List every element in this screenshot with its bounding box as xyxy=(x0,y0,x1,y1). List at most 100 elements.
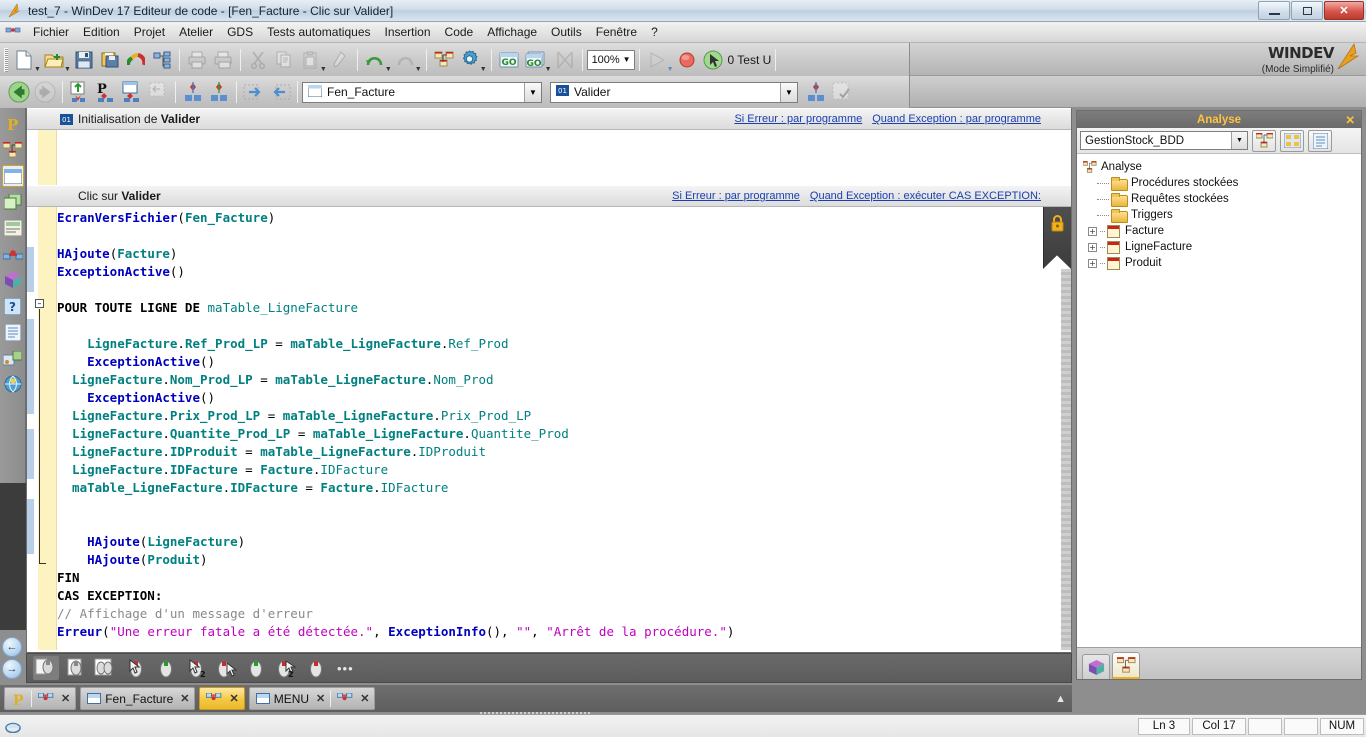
menu-item-projet[interactable]: Projet xyxy=(127,23,172,41)
code-line[interactable]: LigneFacture.Nom_Prod_LP = maTable_Ligne… xyxy=(57,371,1071,389)
analysis-combo[interactable]: GestionStock_BDD ▼ xyxy=(1080,131,1248,150)
code-line[interactable]: ExceptionActive() xyxy=(57,263,1071,281)
code-process-icon[interactable]: P xyxy=(94,80,118,104)
code-tab-all[interactable] xyxy=(33,656,59,680)
event-header-clic[interactable]: Clic sur Valider Si Erreur : par program… xyxy=(27,185,1071,207)
code-line[interactable]: LigneFacture.IDProduit = maTable_LigneFa… xyxy=(57,443,1071,461)
save-button[interactable] xyxy=(72,48,96,72)
play-triangle-icon[interactable] xyxy=(645,48,669,72)
expander-icon[interactable]: + xyxy=(1088,258,1097,268)
tab-fen-facture-code[interactable] xyxy=(202,689,226,708)
code-indent-icon[interactable] xyxy=(146,80,170,104)
analysis-list-button[interactable] xyxy=(1308,129,1332,152)
element-combo[interactable]: Fen_Facture ▼ xyxy=(302,81,542,103)
code-line[interactable]: ExceptionActive() xyxy=(57,353,1071,371)
element-combo-chevron-down-icon[interactable]: ▼ xyxy=(524,82,541,102)
link-si-erreur[interactable]: Si Erreur : par programme xyxy=(734,113,862,125)
code-goto-icon[interactable] xyxy=(804,80,828,104)
code-tab-init[interactable] xyxy=(153,656,179,680)
sidebar-item-pages[interactable] xyxy=(2,191,24,213)
chevron-down-icon[interactable]: ▼ xyxy=(623,55,631,64)
more-tabs-button[interactable]: ••• xyxy=(337,661,354,676)
format-painter-button[interactable] xyxy=(328,48,352,72)
code-line[interactable]: HAjoute(Produit) xyxy=(57,551,1071,569)
print-button[interactable] xyxy=(185,48,209,72)
menu-item-help[interactable]: ? xyxy=(644,23,665,41)
code-tab-modify[interactable]: 2 xyxy=(273,656,299,680)
sidebar-item-help[interactable]: ? xyxy=(2,295,24,317)
tab-menu-code[interactable] xyxy=(333,689,357,708)
analysis-combo-chevron-down-icon[interactable]: ▼ xyxy=(1231,132,1247,149)
tree-item-facture[interactable]: + Facture xyxy=(1083,223,1361,239)
chevron-up-icon[interactable]: ▲ xyxy=(1055,693,1066,705)
sidebar-item-procedures[interactable] xyxy=(2,243,24,265)
expand-right-icon[interactable] xyxy=(242,80,266,104)
menu-item-outils[interactable]: Outils xyxy=(544,23,589,41)
code-tab-hover[interactable] xyxy=(213,656,239,680)
code-line[interactable] xyxy=(57,227,1071,245)
code-line[interactable]: maTable_LigneFacture.IDFacture = Facture… xyxy=(57,479,1071,497)
code-line[interactable]: Erreur("Une erreur fatale a été détectée… xyxy=(57,623,1071,641)
stop-button[interactable] xyxy=(553,48,577,72)
code-line[interactable] xyxy=(57,281,1071,299)
menu-item-tests-automatiques[interactable]: Tests automatiques xyxy=(260,23,377,41)
tree-item-procedures-stockees[interactable]: Procédures stockées xyxy=(1083,175,1361,191)
panel-tab-classes[interactable] xyxy=(1082,654,1110,679)
code-line[interactable]: EcranVersFichier(Fen_Facture) xyxy=(57,209,1071,227)
code-line[interactable]: // Affichage d'un message d'erreur xyxy=(57,605,1071,623)
tree-item-requetes-stockees[interactable]: Requêtes stockées xyxy=(1083,191,1361,207)
code-tab-click[interactable] xyxy=(123,656,149,680)
code-line[interactable]: LigneFacture.Quantite_Prod_LP = maTable_… xyxy=(57,425,1071,443)
dashboard-button[interactable] xyxy=(124,48,148,72)
code-line[interactable] xyxy=(57,497,1071,515)
analysis-panel-close-icon[interactable]: ✕ xyxy=(1345,113,1355,127)
expander-icon[interactable]: + xyxy=(1088,226,1097,236)
link-quand-exception[interactable]: Quand Exception : par programme xyxy=(872,113,1041,125)
tree-item-lignefacture[interactable]: + LigneFacture xyxy=(1083,239,1361,255)
tab-project[interactable]: P xyxy=(7,689,29,708)
go-button[interactable]: GO xyxy=(497,48,521,72)
analysis-structure-button[interactable] xyxy=(1252,129,1276,152)
tab-fen-facture[interactable]: Fen_Facture xyxy=(83,689,177,708)
code-check-icon[interactable] xyxy=(830,80,854,104)
copy-button[interactable] xyxy=(272,48,296,72)
code-line[interactable]: POUR TOUTE LIGNE DE maTable_LigneFacture xyxy=(57,299,1071,317)
code-line[interactable]: FIN xyxy=(57,569,1071,587)
new-document-button[interactable] xyxy=(12,48,36,72)
code-line[interactable]: CAS EXCEPTION: xyxy=(57,587,1071,605)
close-button[interactable]: ✕ xyxy=(1324,1,1364,20)
tab-menu-code-close-icon[interactable]: ✕ xyxy=(357,692,372,705)
sidebar-item-documents[interactable] xyxy=(2,321,24,343)
paste-button[interactable] xyxy=(298,48,322,72)
code-next-icon[interactable] xyxy=(207,80,231,104)
code-tab-exit[interactable] xyxy=(243,656,269,680)
save-all-button[interactable] xyxy=(98,48,122,72)
code-tab-click2[interactable]: 2 xyxy=(183,656,209,680)
menu-item-fichier[interactable]: Fichier xyxy=(26,23,76,41)
event-combo-chevron-down-icon[interactable]: ▼ xyxy=(780,82,797,102)
sidebar-item-report[interactable] xyxy=(2,217,24,239)
code-line[interactable]: LigneFacture.IDFacture = Facture.IDFactu… xyxy=(57,461,1071,479)
open-project-button[interactable] xyxy=(42,48,66,72)
tab-menu-close-icon[interactable]: ✕ xyxy=(313,692,328,705)
menu-item-atelier[interactable]: Atelier xyxy=(172,23,220,41)
forward-arrow-icon[interactable] xyxy=(33,80,57,104)
code-line[interactable]: ExceptionActive() xyxy=(57,389,1071,407)
code-tab-declarations[interactable] xyxy=(63,656,89,680)
maximize-button[interactable] xyxy=(1291,1,1323,20)
tree-item-triggers[interactable]: Triggers xyxy=(1083,207,1361,223)
menu-item-code[interactable]: Code xyxy=(438,23,481,41)
menu-item-edition[interactable]: Edition xyxy=(76,23,127,41)
code-line[interactable]: LigneFacture.Ref_Prod_LP = maTable_Ligne… xyxy=(57,335,1071,353)
nav-forward-button[interactable]: → xyxy=(2,659,22,679)
event-body-initialisation[interactable] xyxy=(27,130,1071,185)
code-line[interactable]: LigneFacture.Prix_Prod_LP = maTable_Lign… xyxy=(57,407,1071,425)
cursor-green-icon[interactable] xyxy=(701,48,725,72)
code-line[interactable]: HAjoute(LigneFacture) xyxy=(57,533,1071,551)
code-line[interactable]: HAjoute(Facture) xyxy=(57,245,1071,263)
menu-item-insertion[interactable]: Insertion xyxy=(378,23,438,41)
sidebar-item-window[interactable] xyxy=(1,165,24,187)
menu-item-affichage[interactable]: Affichage xyxy=(480,23,544,41)
nav-back-button[interactable]: ← xyxy=(2,637,22,657)
code-up-icon[interactable] xyxy=(68,80,92,104)
